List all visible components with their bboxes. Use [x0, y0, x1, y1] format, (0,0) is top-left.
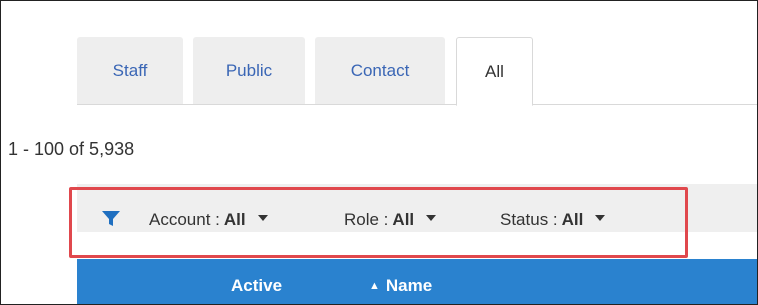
chevron-down-icon: [595, 215, 606, 221]
chevron-down-icon: [426, 215, 437, 221]
column-header-name-label: Name: [385, 276, 433, 295]
tab-public[interactable]: Public: [193, 37, 305, 104]
account-filter-label: Account :: [149, 210, 220, 229]
account-filter-value: All: [223, 210, 246, 229]
role-filter-label: Role :: [344, 210, 389, 229]
tab-staff[interactable]: Staff: [77, 37, 183, 104]
tab-contact[interactable]: Contact: [315, 37, 445, 104]
tab-bar: Staff Public Contact All: [77, 37, 757, 106]
sort-ascending-icon: ▲: [369, 280, 380, 292]
status-filter-value: All: [561, 210, 584, 229]
column-header-name[interactable]: ▲ Name: [369, 276, 432, 296]
tab-all[interactable]: All: [456, 37, 533, 106]
results-count: 1 - 100 of 5,938: [8, 139, 135, 159]
chevron-down-icon: [257, 215, 268, 221]
table-header: Active ▲ Name: [77, 259, 757, 304]
role-filter-dropdown[interactable]: Role : All: [344, 209, 437, 231]
role-filter-value: All: [392, 210, 415, 229]
status-filter-label: Status :: [500, 210, 558, 229]
column-header-active[interactable]: Active: [231, 276, 282, 296]
account-filter-dropdown[interactable]: Account : All: [149, 209, 268, 231]
status-filter-dropdown[interactable]: Status : All: [500, 209, 606, 231]
filter-icon[interactable]: [102, 211, 120, 227]
page-frame: Staff Public Contact All 1 - 100 of 5,93…: [0, 0, 758, 305]
